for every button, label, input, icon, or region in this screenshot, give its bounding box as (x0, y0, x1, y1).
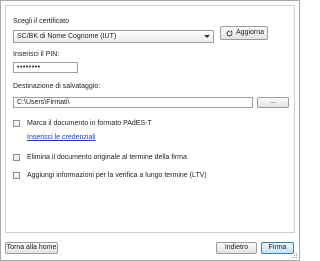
certificate-select[interactable]: SC/BK di Nome Cognome (IUT) (13, 30, 214, 43)
refresh-button[interactable]: Aggiorna (220, 26, 268, 40)
ltv-label: Aggiungi informazioni per la verifica a … (27, 172, 207, 179)
home-button-label: Torna alla home (6, 244, 57, 251)
chevron-down-icon (204, 35, 210, 38)
pades-label: Marca il documento in formato PAdES-T (27, 120, 152, 127)
delete-original-label: Elimina il documento originale al termin… (27, 154, 187, 161)
sign-button[interactable]: Firma (261, 242, 294, 254)
credentials-link[interactable]: Inserisci le credenziali (27, 134, 95, 141)
home-button[interactable]: Torna alla home (5, 242, 58, 254)
back-button[interactable]: Indietro (216, 242, 257, 254)
refresh-icon (226, 30, 233, 37)
pin-input[interactable]: •••••••• (13, 62, 78, 73)
sign-button-label: Firma (268, 244, 287, 251)
signing-dialog: Scegli il certificato SC/BK di Nome Cogn… (0, 0, 300, 261)
pin-masked-value: •••••••• (17, 64, 41, 71)
back-button-label: Indietro (224, 244, 249, 251)
destination-path-input[interactable]: C:\Users\Firmati\ (13, 97, 253, 108)
certificate-selected-value: SC/BK di Nome Cognome (IUT) (17, 33, 117, 40)
destination-path-value: C:\Users\Firmati\ (17, 99, 70, 106)
pades-checkbox[interactable] (13, 120, 20, 127)
certificate-label: Scegli il certificato (13, 18, 70, 25)
destination-label: Destinazione di salvataggio: (13, 83, 101, 90)
browse-button[interactable]: ... (257, 97, 289, 108)
browse-button-label: ... (270, 98, 276, 105)
resize-grip-icon[interactable] (292, 253, 298, 259)
settings-panel: Scegli il certificato SC/BK di Nome Cogn… (5, 5, 295, 233)
pin-label: Inserisci il PIN: (13, 51, 60, 58)
ltv-checkbox[interactable] (13, 172, 20, 179)
delete-original-checkbox[interactable] (13, 154, 20, 161)
refresh-button-label: Aggiorna (235, 29, 265, 36)
